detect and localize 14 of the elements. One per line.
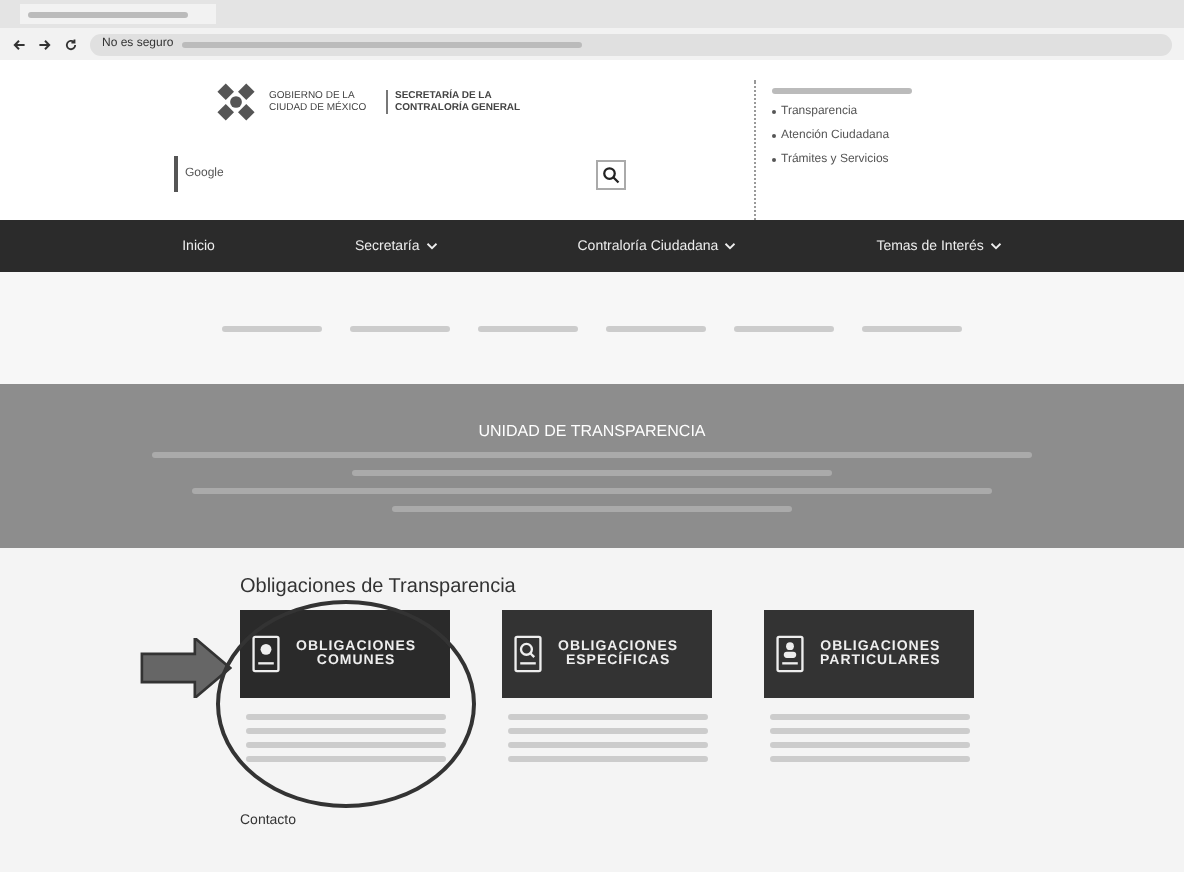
chevron-down-icon[interactable]	[989, 242, 1002, 250]
reload-icon[interactable]	[64, 37, 78, 51]
search-icon[interactable]	[595, 159, 625, 189]
banner-title: UNIDAD DE TRANSPARENCIA	[478, 421, 706, 439]
chevron-down-icon[interactable]	[425, 242, 438, 250]
document-icon	[776, 634, 804, 674]
logo-icon	[213, 80, 257, 124]
document-icon	[514, 634, 542, 674]
chevron-down-icon[interactable]	[724, 242, 737, 250]
section-title: Obligaciones de Transparencia	[240, 576, 518, 598]
document-icon	[252, 634, 280, 674]
forward-arrow-icon[interactable]	[38, 37, 52, 51]
arrow-annotation	[140, 638, 232, 698]
back-arrow-icon[interactable]	[12, 37, 26, 51]
